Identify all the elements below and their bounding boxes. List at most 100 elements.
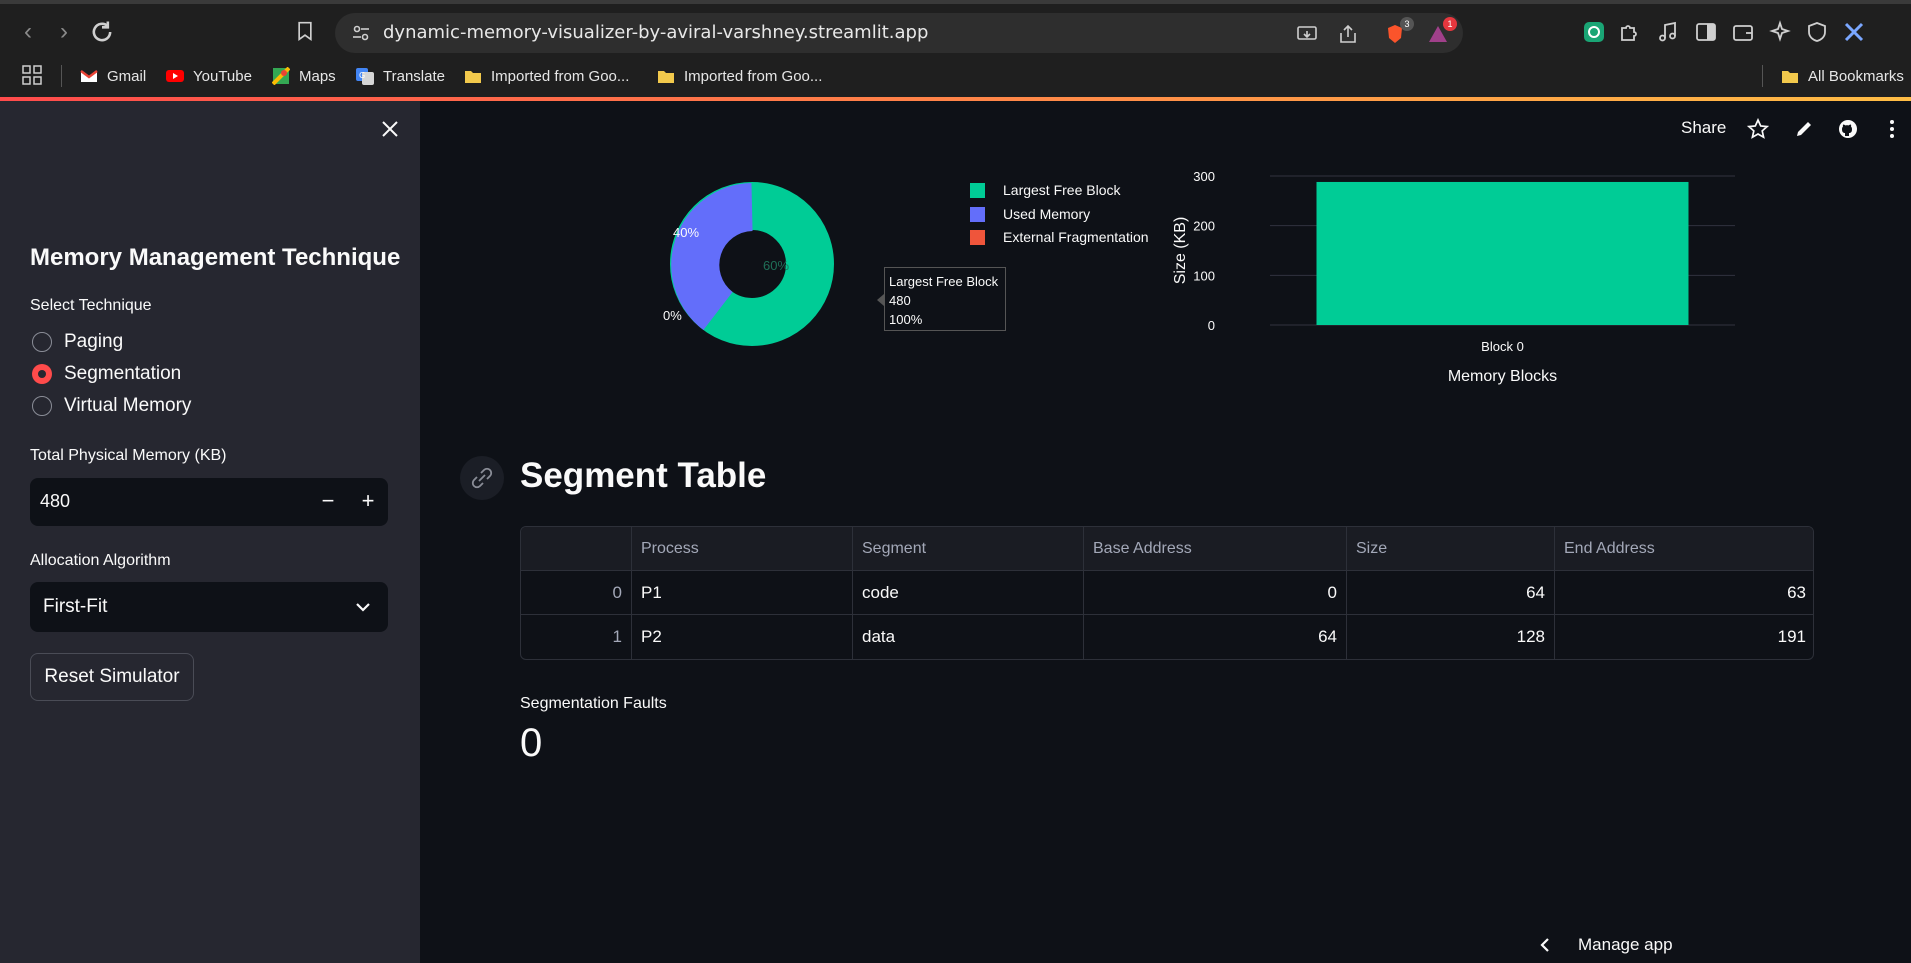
bar-block[interactable]: [1316, 181, 1689, 325]
segment-data-table[interactable]: Process Segment Base Address Size End Ad…: [520, 526, 1814, 660]
apps-grid-icon[interactable]: [22, 65, 42, 85]
radio-segmentation[interactable]: Segmentation: [32, 361, 181, 387]
table-cell-end[interactable]: 191: [1555, 615, 1813, 659]
forward-icon[interactable]: ›: [50, 18, 78, 46]
legend-item-frag[interactable]: External Fragmentation: [970, 228, 1149, 246]
algorithm-select[interactable]: First-Fit: [30, 582, 388, 632]
radio-paging[interactable]: Paging: [32, 329, 123, 355]
bookmark-divider: [61, 65, 62, 87]
metric-label: Segmentation Faults: [520, 695, 667, 712]
y-tick-label: 300: [1193, 169, 1215, 184]
edit-pencil-icon[interactable]: [1793, 118, 1815, 140]
increment-button[interactable]: +: [348, 478, 388, 526]
brave-menu-icon[interactable]: [1842, 20, 1866, 44]
column-header-segment[interactable]: Segment: [853, 527, 1084, 571]
table-cell-index[interactable]: 1: [521, 615, 632, 659]
manage-app-label: Manage app: [1578, 935, 1673, 954]
column-header-size[interactable]: Size: [1347, 527, 1555, 571]
tooltip-name: Largest Free Block: [889, 274, 999, 289]
table-cell-size[interactable]: 64: [1347, 571, 1555, 615]
brave-shields-icon[interactable]: 3: [1384, 17, 1414, 45]
table-row: 1 P2 data 64 128 191: [521, 615, 1813, 659]
bookmark-icon[interactable]: [295, 21, 315, 41]
bookmark-maps[interactable]: Maps: [272, 63, 336, 89]
main-content: Share 40% 60% 0% Largest Free Block Used…: [420, 101, 1911, 963]
pie-label-frag: 0%: [663, 308, 682, 323]
bookmark-translate[interactable]: G Translate: [356, 63, 445, 89]
share-button[interactable]: Share: [1681, 118, 1726, 138]
memory-number-input[interactable]: 480 − +: [30, 478, 388, 526]
pie-label-free: 60%: [763, 258, 790, 273]
bookmark-youtube[interactable]: YouTube: [166, 63, 252, 89]
table-cell-segment[interactable]: code: [853, 571, 1084, 615]
vpn-shield-icon[interactable]: [1805, 20, 1829, 44]
sidebar: Memory Management Technique Select Techn…: [0, 101, 420, 963]
bookmark-folder-1[interactable]: Imported from Goo...: [464, 63, 629, 89]
url-text[interactable]: dynamic-memory-visualizer-by-aviral-vars…: [383, 22, 928, 43]
gmail-icon: [80, 70, 98, 82]
bookmark-gmail[interactable]: Gmail: [80, 63, 146, 89]
table-cell-base[interactable]: 64: [1084, 615, 1347, 659]
radio-label: Virtual Memory: [64, 395, 192, 416]
install-app-icon[interactable]: [1296, 23, 1318, 45]
manage-app-button[interactable]: Manage app: [1538, 935, 1673, 955]
bookmark-label: YouTube: [193, 67, 252, 85]
all-bookmarks[interactable]: All Bookmarks: [1781, 63, 1904, 89]
more-menu-icon[interactable]: [1881, 118, 1903, 140]
bookmark-folder-2[interactable]: Imported from Goo...: [657, 63, 822, 89]
sidebar-toggle-icon[interactable]: [1694, 20, 1718, 44]
bookmark-divider: [1762, 65, 1763, 87]
radio-circle[interactable]: [32, 332, 52, 352]
bookmark-label: Imported from Goo...: [684, 67, 823, 85]
close-sidebar-icon[interactable]: [379, 118, 401, 140]
pie-slice-used[interactable]: [671, 183, 754, 331]
legend-item-free[interactable]: Largest Free Block: [970, 181, 1121, 199]
address-bar[interactable]: dynamic-memory-visualizer-by-aviral-vars…: [298, 13, 1463, 53]
extension-green-icon[interactable]: [1582, 20, 1606, 44]
legend-swatch: [970, 182, 985, 198]
radio-circle[interactable]: [32, 396, 52, 416]
table-row: 0 P1 code 0 64 63: [521, 571, 1813, 615]
decrement-button[interactable]: −: [308, 478, 348, 526]
technique-label: Select Technique: [30, 297, 152, 314]
table-cell-base[interactable]: 0: [1084, 571, 1347, 615]
table-cell-size[interactable]: 128: [1347, 615, 1555, 659]
table-cell-process[interactable]: P2: [632, 615, 853, 659]
legend-swatch: [970, 229, 985, 245]
back-icon[interactable]: ‹: [14, 18, 42, 46]
all-bookmarks-label: All Bookmarks: [1808, 67, 1904, 85]
folder-icon: [1782, 71, 1798, 83]
reset-simulator-button[interactable]: Reset Simulator: [30, 653, 194, 701]
legend-label: External Fragmentation: [1003, 229, 1149, 245]
table-cell-index[interactable]: 0: [521, 571, 632, 615]
anchor-link-icon[interactable]: [460, 456, 504, 500]
table-cell-end[interactable]: 63: [1555, 571, 1813, 615]
folder-icon: [658, 71, 674, 83]
memory-blocks-bar-chart: 0 100 200 300 Block 0 Memory Blocks Size (KB): [1172, 169, 1735, 385]
memory-value[interactable]: 480: [40, 491, 70, 512]
legend-item-used[interactable]: Used Memory: [970, 205, 1090, 223]
reload-icon[interactable]: [88, 18, 116, 46]
table-cell-process[interactable]: P1: [632, 571, 853, 615]
site-settings-icon[interactable]: [351, 23, 371, 43]
share-page-icon[interactable]: [1337, 23, 1359, 45]
github-icon[interactable]: [1837, 118, 1859, 140]
column-header-index[interactable]: [521, 527, 632, 571]
legend-label: Largest Free Block: [1003, 182, 1121, 198]
maps-icon: [272, 67, 290, 85]
media-music-icon[interactable]: [1656, 20, 1680, 44]
column-header-end-address[interactable]: End Address: [1555, 527, 1813, 571]
extensions-puzzle-icon[interactable]: [1618, 20, 1642, 44]
brave-rewards-icon[interactable]: 1: [1427, 17, 1457, 45]
radio-virtual-memory[interactable]: Virtual Memory: [32, 393, 191, 419]
table-cell-segment[interactable]: data: [853, 615, 1084, 659]
pie-label-used: 40%: [673, 225, 700, 240]
shields-badge: 3: [1400, 17, 1414, 31]
column-header-process[interactable]: Process: [632, 527, 853, 571]
column-header-base-address[interactable]: Base Address: [1084, 527, 1347, 571]
leo-ai-icon[interactable]: [1768, 20, 1792, 44]
radio-circle-selected[interactable]: [32, 364, 52, 384]
star-icon[interactable]: [1747, 118, 1769, 140]
wallet-icon[interactable]: [1731, 20, 1755, 44]
x-tick-label: Block 0: [1481, 339, 1524, 354]
